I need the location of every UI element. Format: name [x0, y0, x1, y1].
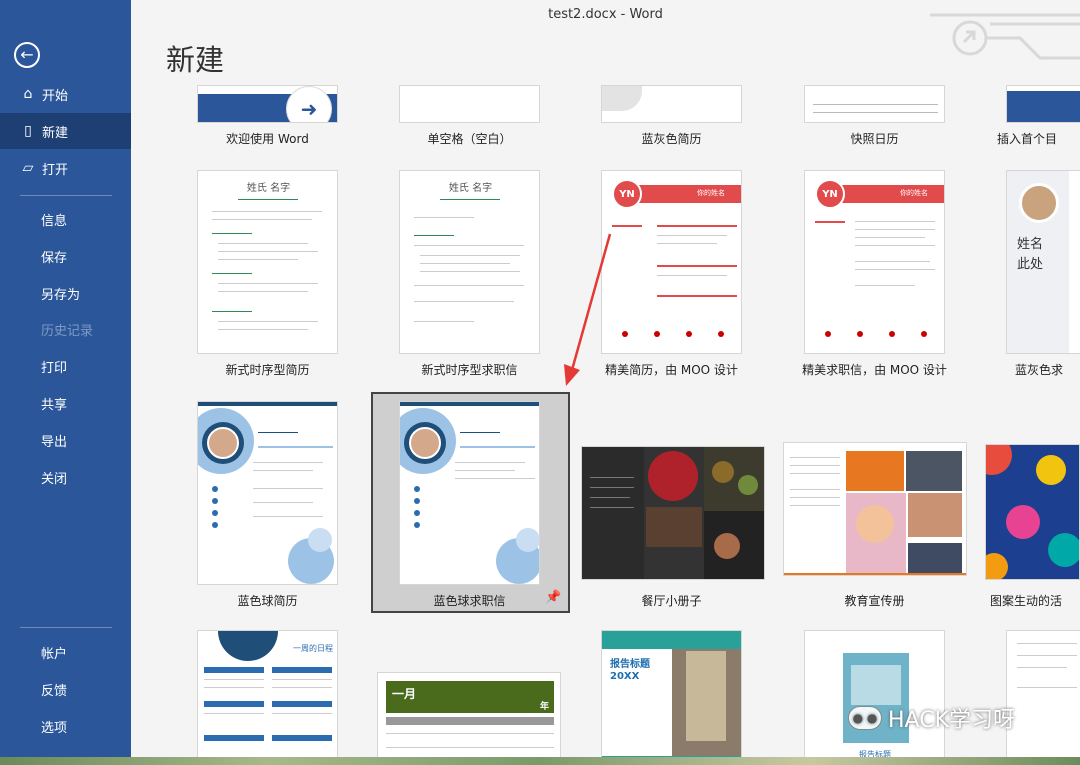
template-thumb-blank[interactable] — [399, 85, 540, 123]
template-label: 教育宣传册 — [844, 594, 905, 608]
thumb-name: 姓氏 名字 — [246, 183, 291, 194]
template-label: 蓝色球求职信 — [433, 594, 506, 608]
template-thumb-blue-sphere-resume[interactable] — [197, 401, 338, 585]
template-thumb-letter[interactable] — [1006, 630, 1080, 765]
template-thumb-report[interactable]: 报告标题 20XX — [601, 630, 742, 765]
sidebar-item-label: 保存 — [41, 250, 68, 266]
thumb-your-name: 你的姓名 — [697, 189, 725, 197]
template-thumb-report-2[interactable]: 报告标题 — [804, 630, 945, 765]
annotation-arrow-icon — [564, 233, 612, 386]
watermark-text: HACK学习呀 — [888, 708, 1015, 733]
sidebar-item-label: 打印 — [41, 360, 68, 376]
wechat-icon: ● ● — [848, 706, 882, 730]
template-label: 蓝灰色求 — [1015, 363, 1064, 377]
template-thumb-month-calendar[interactable]: 一月 年 — [377, 672, 561, 765]
sidebar-item-label: 导出 — [41, 434, 68, 450]
circuit-decoration — [930, 13, 1080, 60]
sidebar-item-open[interactable]: ▱ 打开 — [0, 150, 131, 186]
desktop-background-strip — [0, 757, 1080, 765]
template-thumb-welcome[interactable]: ➜ — [197, 85, 338, 123]
sidebar-item-label: 选项 — [41, 720, 68, 736]
template-label: 快照日历 — [850, 132, 899, 146]
sidebar-item-home[interactable]: ⌂ 开始 — [0, 76, 131, 112]
sidebar-item-info[interactable]: 信息 — [0, 201, 131, 237]
sidebar-item-label: 关闭 — [41, 471, 68, 487]
pin-icon[interactable]: 📌 — [545, 590, 561, 605]
sidebar-item-close[interactable]: 关闭 — [0, 459, 131, 495]
sidebar-item-save[interactable]: 保存 — [0, 238, 131, 274]
sidebar-item-label: 打开 — [42, 162, 69, 178]
thumb-year: 年 — [540, 702, 550, 712]
sidebar-item-feedback[interactable]: 反馈 — [0, 671, 131, 707]
sidebar-item-label: 新建 — [42, 125, 69, 141]
template-label: 欢迎使用 Word — [226, 132, 309, 146]
template-thumb-restaurant-brochure[interactable] — [581, 446, 765, 580]
template-label: 餐厅小册子 — [641, 594, 702, 608]
template-thumb-blue-grey-resume[interactable] — [601, 85, 742, 123]
arrow-right-icon: ➜ — [300, 97, 318, 121]
thumb-monogram: YN — [612, 179, 642, 209]
sidebar-item-account[interactable]: 帐户 — [0, 634, 131, 670]
sidebar-item-label: 反馈 — [41, 683, 68, 699]
template-label: 单空格（空白） — [427, 132, 512, 146]
thumb-month: 一月 — [392, 687, 417, 701]
template-thumb-moo-cover-letter[interactable]: YN 你的姓名 — [804, 170, 945, 354]
template-thumb-modern-chrono-resume[interactable]: 姓氏 名字 — [197, 170, 338, 354]
sidebar-divider — [20, 627, 112, 628]
template-thumb-modern-chrono-cover-letter[interactable]: 姓氏 名字 — [399, 170, 540, 354]
thumb-your-name: 你的姓名 — [900, 189, 928, 197]
template-label: 蓝灰色简历 — [641, 132, 702, 146]
template-label: 新式时序型求职信 — [421, 363, 518, 377]
sidebar-item-print[interactable]: 打印 — [0, 348, 131, 384]
template-thumb-education-brochure[interactable] — [783, 442, 967, 576]
template-label: 蓝色球简历 — [237, 594, 298, 608]
sidebar-item-label: 帐户 — [41, 646, 68, 662]
template-label: 图案生动的活 — [990, 594, 1063, 608]
sidebar-item-options[interactable]: 选项 — [0, 708, 131, 744]
template-thumb-blue-sphere-cover-letter[interactable] — [399, 401, 540, 585]
template-thumb-moo-resume[interactable]: YN 你的姓名 — [601, 170, 742, 354]
sidebar-item-label: 另存为 — [41, 287, 81, 303]
sidebar-item-label: 历史记录 — [41, 323, 94, 339]
template-thumb-snapshot-calendar[interactable] — [804, 85, 945, 123]
watermark: ● ● HACK学习呀 — [848, 702, 1015, 734]
sidebar-item-share[interactable]: 共享 — [0, 385, 131, 421]
sidebar-item-export[interactable]: 导出 — [0, 422, 131, 458]
template-label: 精美求职信，由 MOO 设计 — [802, 363, 947, 377]
thumb-report-year: 20XX — [610, 671, 640, 682]
template-thumb-vivid-pattern[interactable] — [985, 444, 1080, 580]
template-thumb-blue-grey-cover[interactable]: 姓名 此处 — [1006, 170, 1080, 354]
thumb-name: 姓氏 名字 — [448, 183, 493, 194]
back-arrow-icon[interactable]: ← — [14, 42, 40, 68]
template-label: 新式时序型简历 — [225, 363, 310, 377]
template-thumb-first-toc[interactable] — [1006, 85, 1080, 123]
sidebar-item-label: 信息 — [41, 213, 68, 229]
sidebar-divider — [20, 195, 112, 196]
page-title: 新建 — [166, 43, 225, 77]
thumb-report-title: 报告标题 — [610, 659, 650, 670]
folder-open-icon: ▱ — [22, 160, 34, 176]
thumb-name-block: 姓名 — [1017, 237, 1044, 252]
template-label: 插入首个目 — [997, 132, 1058, 146]
backstage-sidebar: ← ⌂ 开始 ▯ 新建 ▱ 打开 信息 保存 另存为 历史记录 打印 共享 导出… — [0, 0, 131, 765]
sidebar-item-new[interactable]: ▯ 新建 — [0, 113, 131, 149]
new-doc-icon: ▯ — [24, 123, 32, 139]
thumb-monogram: YN — [815, 179, 845, 209]
sidebar-item-history: 历史记录 — [0, 311, 131, 347]
home-icon: ⌂ — [23, 86, 33, 102]
sidebar-item-save-as[interactable]: 另存为 — [0, 275, 131, 311]
template-thumb-weekly-schedule[interactable]: 一周的日程 — [197, 630, 338, 765]
thumb-calendar-title: 一周的日程 — [293, 644, 333, 653]
thumb-here: 此处 — [1017, 257, 1044, 272]
sidebar-item-label: 共享 — [41, 397, 68, 413]
sidebar-item-label: 开始 — [42, 88, 69, 104]
